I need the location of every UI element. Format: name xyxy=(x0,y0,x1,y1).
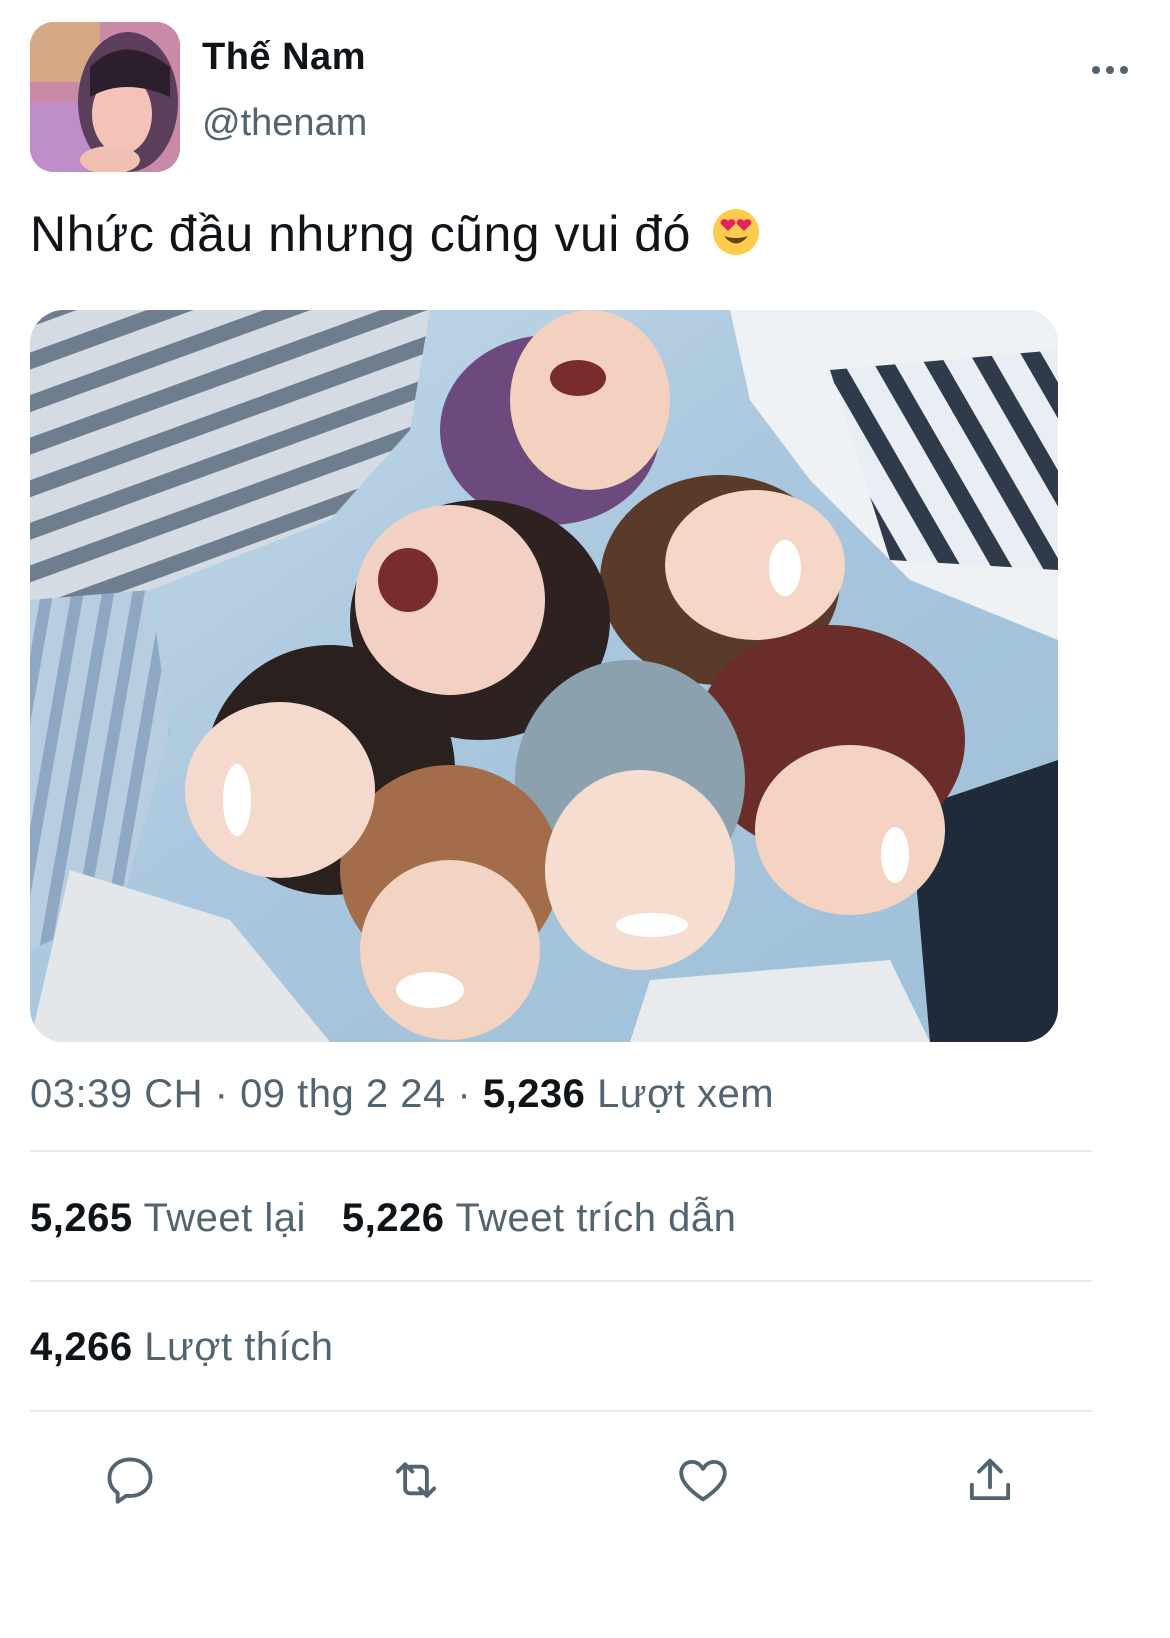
like-icon xyxy=(679,1459,727,1502)
tweet-date[interactable]: 09 thg 2 24 xyxy=(240,1072,446,1116)
share-icon xyxy=(969,1458,1011,1501)
divider xyxy=(30,1150,1092,1152)
tweet-meta: 03:39 CH · 09 thg 2 24 · 5,236 Lượt xem xyxy=(30,1072,774,1117)
share-button[interactable] xyxy=(950,1440,1030,1520)
views-count: 5,236 xyxy=(482,1072,586,1116)
avatar-image xyxy=(30,22,180,172)
tweet-text-content: Nhức đầu nhưng cũng vui đó xyxy=(30,206,691,262)
user-handle[interactable]: @thenam xyxy=(202,102,367,145)
quotes-stat[interactable]: 5,226 Tweet trích dẫn xyxy=(342,1196,736,1240)
quotes-count: 5,226 xyxy=(341,1196,445,1240)
meta-separator: · xyxy=(457,1072,472,1116)
avatar[interactable] xyxy=(30,22,180,172)
like-button[interactable] xyxy=(663,1440,743,1520)
quotes-label: Tweet trích dẫn xyxy=(455,1196,737,1240)
meta-separator: · xyxy=(214,1072,229,1116)
tweet-photo[interactable] xyxy=(30,310,1058,1042)
heart-eyes-emoji-icon xyxy=(711,207,761,269)
tweet-text: Nhức đầu nhưng cũng vui đó xyxy=(30,205,761,269)
divider xyxy=(30,1410,1092,1412)
likes-stat[interactable]: 4,266 Lượt thích xyxy=(30,1325,333,1370)
reply-button[interactable] xyxy=(90,1440,170,1520)
tweet-time[interactable]: 03:39 CH xyxy=(30,1072,203,1116)
group-photo-image xyxy=(30,310,1058,1042)
more-icon xyxy=(1092,66,1100,74)
retweets-label: Tweet lại xyxy=(143,1196,306,1240)
retweet-quote-stats: 5,265 Tweet lại 5,226 Tweet trích dẫn xyxy=(30,1196,736,1241)
views-label: Lượt xem xyxy=(597,1072,775,1116)
likes-count: 4,266 xyxy=(30,1325,133,1369)
retweets-stat[interactable]: 5,265 Tweet lại xyxy=(30,1196,306,1240)
retweets-count: 5,265 xyxy=(30,1196,133,1240)
more-options-button[interactable] xyxy=(1080,50,1140,90)
display-name[interactable]: Thế Nam xyxy=(202,36,366,79)
tweet-actions-bar xyxy=(30,1440,1140,1520)
retweet-button[interactable] xyxy=(376,1440,456,1520)
tweet-header: Thế Nam @thenam xyxy=(30,22,1140,174)
retweet-icon xyxy=(395,1462,437,1498)
likes-label: Lượt thích xyxy=(144,1325,334,1369)
reply-icon xyxy=(107,1457,153,1504)
divider xyxy=(30,1280,1092,1282)
